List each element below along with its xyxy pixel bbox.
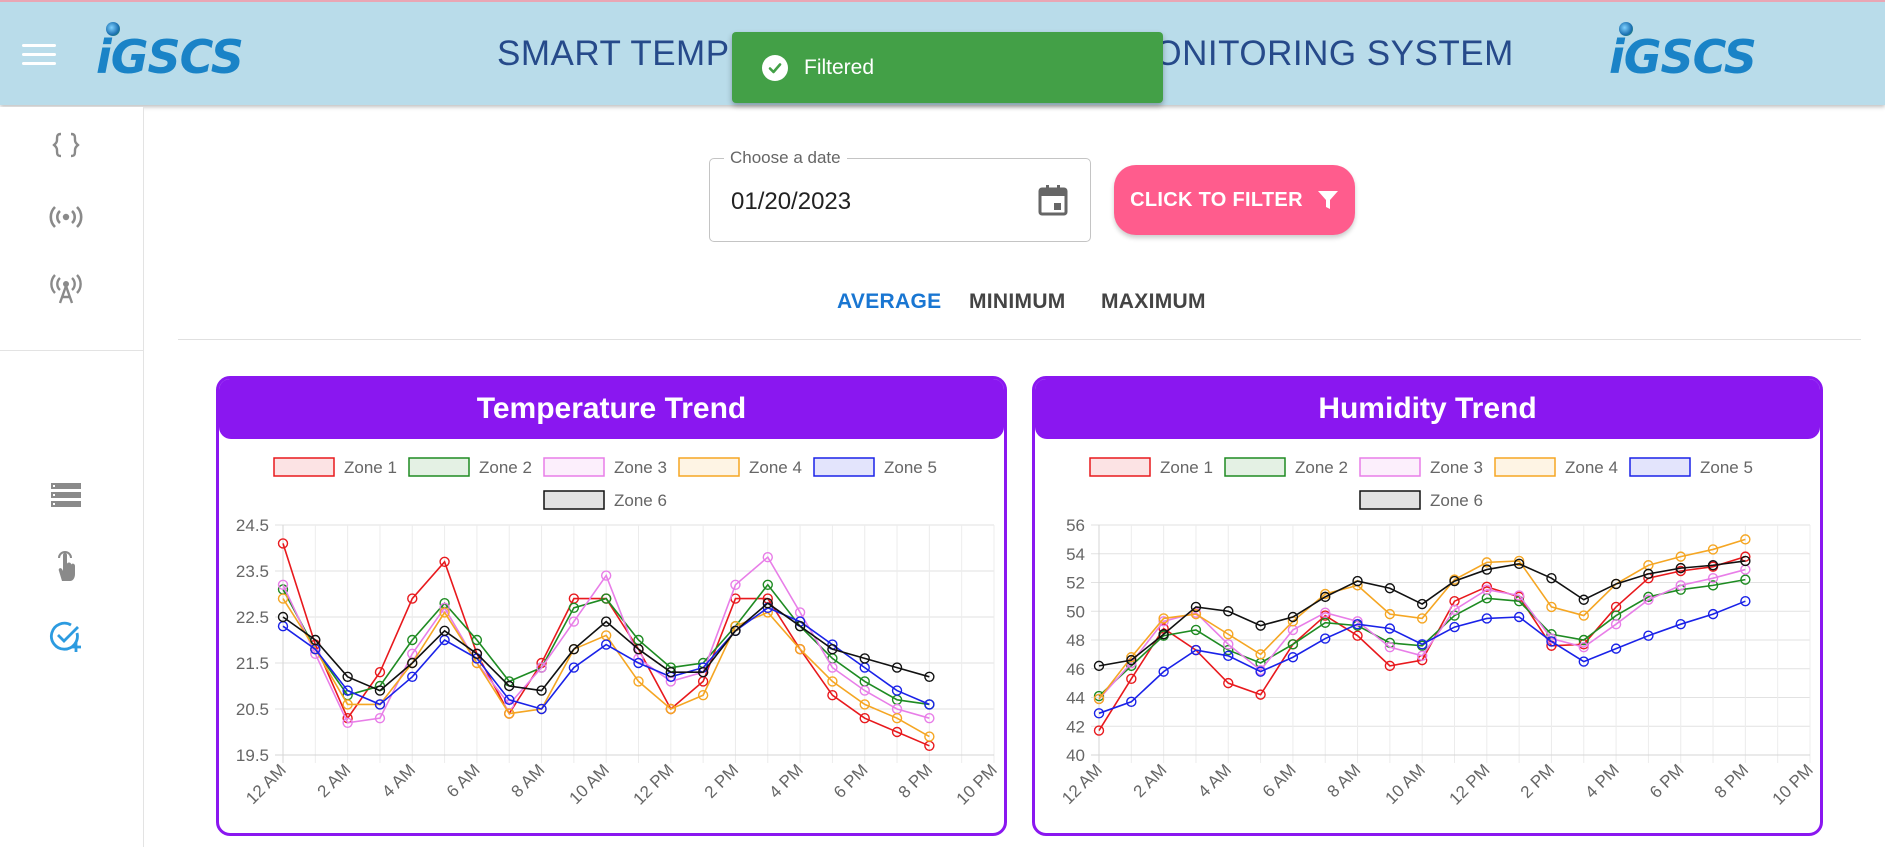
toast-message: Filtered <box>804 55 875 79</box>
legend-swatch <box>1359 457 1421 477</box>
touch-icon[interactable] <box>48 548 84 584</box>
y-tick-label: 20.5 <box>236 700 269 719</box>
filter-button-label: CLICK TO FILTER <box>1130 188 1303 211</box>
y-tick-label: 48 <box>1066 631 1085 650</box>
humidity-card: Humidity Trend Zone 1 Zone 2 Zone 3 Zone 4Z… <box>1032 376 1823 836</box>
y-tick-label: 22.5 <box>236 608 269 627</box>
legend-label: Zone 1 <box>1160 458 1213 477</box>
x-tick-label: 12 PM <box>1445 760 1493 808</box>
x-tick-label: 10 AM <box>1381 760 1429 808</box>
y-tick-label: 50 <box>1066 602 1085 621</box>
calendar-icon[interactable] <box>1038 184 1068 216</box>
tab-maximum[interactable]: MAXIMUM <box>1101 290 1206 314</box>
legend-swatch <box>1629 457 1691 477</box>
x-tick-label: 6 AM <box>1259 760 1300 801</box>
legend-label: Zone 4 <box>1565 458 1618 477</box>
temperature-card: Temperature Trend Zone 1 Zone 2 Zone 3 Zone… <box>216 376 1007 836</box>
storage-icon[interactable] <box>48 477 84 513</box>
legend-label: Zone 6 <box>614 491 667 510</box>
legend-swatch <box>813 457 875 477</box>
legend-label: Zone 3 <box>614 458 667 477</box>
legend-label: Zone 4 <box>749 458 802 477</box>
x-tick-label: 12 PM <box>629 760 677 808</box>
date-field-label: Choose a date <box>724 148 847 168</box>
x-tick-label: 4 PM <box>1581 760 1622 801</box>
x-tick-label: 8 PM <box>1711 760 1752 801</box>
logo-text: iGSCS <box>96 30 244 84</box>
x-tick-label: 12 AM <box>1058 760 1106 808</box>
legend-swatch <box>273 457 335 477</box>
x-tick-label: 8 AM <box>508 760 549 801</box>
date-field[interactable]: Choose a date 01/20/2023 <box>709 148 1091 242</box>
broadcast-icon[interactable] <box>48 199 84 235</box>
logo-right: iGSCS <box>1609 20 1757 84</box>
legend-label: Zone 3 <box>1430 458 1483 477</box>
x-tick-label: 2 PM <box>701 760 742 801</box>
legend-swatch <box>1494 457 1556 477</box>
legend-swatch <box>678 457 740 477</box>
legend-swatch <box>1224 457 1286 477</box>
x-tick-label: 8 PM <box>895 760 936 801</box>
sidebar <box>0 107 144 847</box>
legend-label: Zone 1 <box>344 458 397 477</box>
x-tick-label: 6 AM <box>443 760 484 801</box>
x-tick-label: 2 AM <box>1130 760 1171 801</box>
y-tick-label: 52 <box>1066 574 1085 593</box>
y-tick-label: 54 <box>1066 545 1085 564</box>
antenna-icon[interactable] <box>48 271 84 307</box>
logo-left: iGSCS <box>96 20 244 84</box>
x-tick-label: 4 AM <box>378 760 419 801</box>
x-tick-label: 6 PM <box>1646 760 1687 801</box>
x-tick-label: 10 PM <box>953 760 1001 808</box>
tab-bar: AVERAGE MINIMUM MAXIMUM <box>178 278 1861 340</box>
tab-minimum[interactable]: MINIMUM <box>969 290 1066 314</box>
legend-swatch <box>408 457 470 477</box>
toast-notification: Filtered <box>732 32 1163 103</box>
humidity-chart: Zone 1 Zone 2 Zone 3 Zone 4 Zone 5 Zone 6 56 54… <box>1058 457 1817 809</box>
x-tick-label: 10 AM <box>565 760 613 808</box>
y-tick-label: 40 <box>1066 746 1085 765</box>
y-tick-label: 42 <box>1066 717 1085 736</box>
x-tick-label: 6 PM <box>830 760 871 801</box>
legend-swatch <box>543 457 605 477</box>
filter-button[interactable]: CLICK TO FILTER <box>1114 165 1355 235</box>
chart-title: Humidity Trend <box>1035 379 1820 439</box>
legend-label: Zone 5 <box>884 458 937 477</box>
legend-label: Zone 2 <box>1295 458 1348 477</box>
y-tick-label: 56 <box>1066 516 1085 535</box>
y-tick-label: 21.5 <box>236 654 269 673</box>
x-tick-label: 4 PM <box>765 760 806 801</box>
filter-icon <box>1317 191 1338 209</box>
tab-average[interactable]: AVERAGE <box>837 290 941 314</box>
y-tick-label: 44 <box>1066 689 1085 708</box>
check-add-icon[interactable] <box>48 619 84 655</box>
x-tick-label: 2 PM <box>1517 760 1558 801</box>
temperature-chart: Zone 1 Zone 2 Zone 3 Zone 4 Zone 5 Zone 6 24.5… <box>236 457 1001 809</box>
y-tick-label: 19.5 <box>236 746 269 765</box>
sidebar-divider <box>0 350 143 351</box>
legend-swatch <box>1359 490 1421 510</box>
legend-label: Zone 6 <box>1430 491 1483 510</box>
legend-swatch <box>543 490 605 510</box>
x-tick-label: 8 AM <box>1324 760 1365 801</box>
menu-icon[interactable] <box>22 44 56 68</box>
x-tick-label: 12 AM <box>242 760 290 808</box>
check-circle-icon <box>762 54 788 81</box>
legend-swatch <box>1089 457 1151 477</box>
braces-icon[interactable] <box>48 127 84 163</box>
chart-title: Temperature Trend <box>219 379 1004 439</box>
legend-label: Zone 5 <box>1700 458 1753 477</box>
x-tick-label: 2 AM <box>314 760 355 801</box>
x-tick-label: 10 PM <box>1769 760 1817 808</box>
legend-label: Zone 2 <box>479 458 532 477</box>
y-tick-label: 23.5 <box>236 562 269 581</box>
x-tick-label: 4 AM <box>1194 760 1235 801</box>
y-tick-label: 46 <box>1066 660 1085 679</box>
y-tick-label: 24.5 <box>236 516 269 535</box>
logo-text: iGSCS <box>1609 30 1757 84</box>
date-field-value[interactable]: 01/20/2023 <box>731 188 851 216</box>
